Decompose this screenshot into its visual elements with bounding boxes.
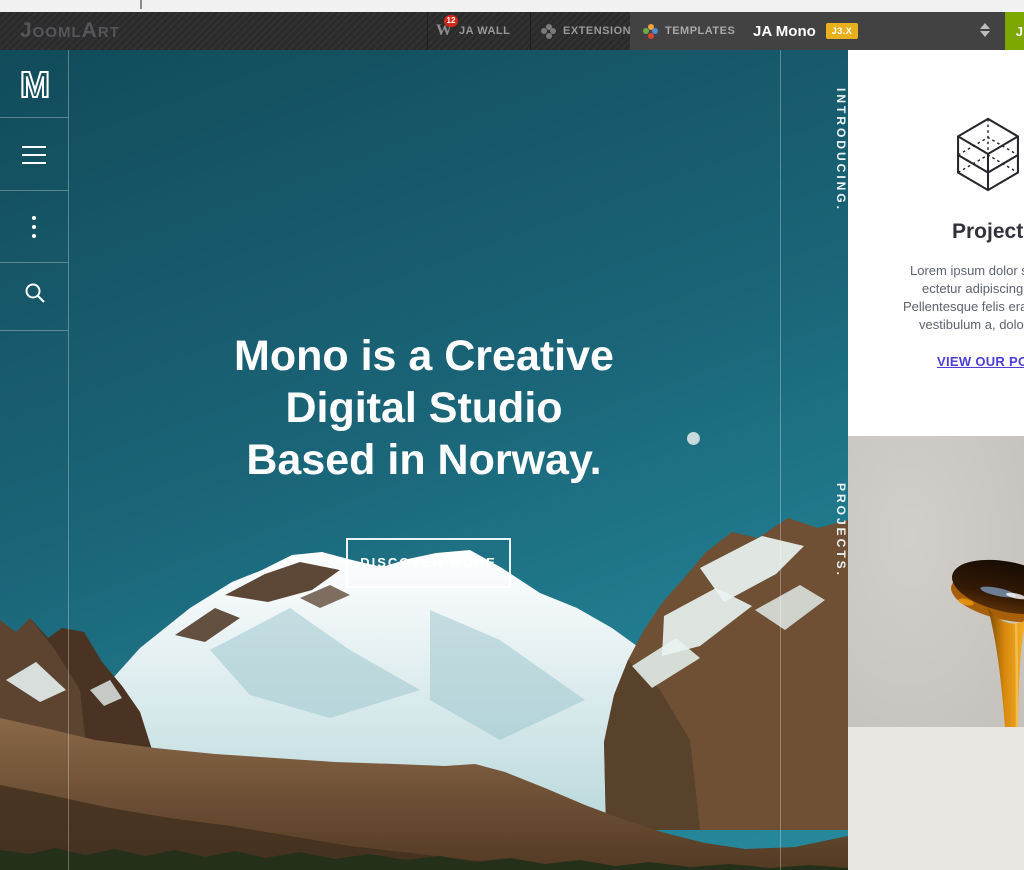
joomla-gray-icon xyxy=(541,24,556,39)
hero-heading: Mono is a Creative Digital Studio Based … xyxy=(68,330,780,486)
cube-icon xyxy=(956,116,1020,194)
sort-arrows-icon[interactable] xyxy=(977,23,993,39)
product-name: JA Mono xyxy=(753,23,816,40)
discover-more-button[interactable]: DISCOVER MORE xyxy=(346,538,511,588)
caret-tick xyxy=(140,0,142,9)
panel-heading: Projects xyxy=(952,220,1024,244)
honey-dipper-image xyxy=(848,436,1024,727)
product-selector[interactable]: JA Mono J3.X xyxy=(737,12,1005,50)
joomla-color-icon xyxy=(643,24,658,39)
page: JoomlArt W 12 JA WALL EXTENSIONS TEMPLAT… xyxy=(0,0,1024,870)
sidebar-divider xyxy=(0,117,68,118)
panel-lower-background xyxy=(848,727,1024,870)
hero-section: M INTRODUCING. PROJECTS. Mono is a Creat… xyxy=(0,50,848,870)
topbar-item-templates[interactable]: TEMPLATES xyxy=(630,12,737,50)
joomlart-topbar: JoomlArt W 12 JA WALL EXTENSIONS TEMPLAT… xyxy=(0,12,1024,50)
joomlart-logo[interactable]: JoomlArt xyxy=(20,12,120,50)
hero-heading-line-1: Mono is a Creative xyxy=(68,330,780,382)
sidebar-divider xyxy=(0,190,68,191)
panel-paragraph-line: ectetur adipiscing elit. xyxy=(922,281,1024,296)
panel-paragraph-line: Lorem ipsum dolor sit amet, cons xyxy=(910,263,1024,278)
extensions-label: EXTENSIONS xyxy=(563,25,639,37)
hero-heading-line-2: Digital Studio xyxy=(68,382,780,434)
view-portfolio-link[interactable]: VIEW OUR PORTFOLIO xyxy=(937,354,1024,369)
ja-wall-label: JA WALL xyxy=(459,25,510,37)
rail-projects: PROJECTS. xyxy=(780,483,848,578)
more-options-icon[interactable] xyxy=(31,216,37,240)
divider xyxy=(427,12,428,50)
rail-introducing: INTRODUCING. xyxy=(780,88,848,212)
hero-heading-line-3: Based in Norway. xyxy=(68,434,780,486)
templates-label: TEMPLATES xyxy=(665,25,735,37)
sidebar-divider xyxy=(0,262,68,263)
notification-badge: 12 xyxy=(444,15,458,27)
introducing-panel: Projects Lorem ipsum dolor sit amet, con… xyxy=(848,50,1024,436)
cart-button-fragment: J xyxy=(1016,24,1023,39)
topbar-item-ja-wall[interactable]: W 12 JA WALL xyxy=(436,12,510,50)
panel-paragraph-line: vestibulum a, dolor sit amet. xyxy=(919,317,1024,332)
cart-button[interactable]: J xyxy=(1005,12,1024,50)
ja-wall-icon: W 12 xyxy=(436,22,452,40)
topbar-item-extensions[interactable]: EXTENSIONS xyxy=(541,12,639,50)
sidebar-divider xyxy=(0,330,68,331)
panel-paragraph-line: Pellentesque felis erat, condimentum xyxy=(903,299,1024,314)
divider xyxy=(530,12,531,50)
projects-panel[interactable] xyxy=(848,436,1024,870)
version-badge: J3.X xyxy=(826,23,859,39)
mono-logo[interactable]: M xyxy=(0,64,68,106)
search-icon[interactable] xyxy=(24,282,46,304)
menu-hamburger-icon[interactable] xyxy=(22,146,46,164)
